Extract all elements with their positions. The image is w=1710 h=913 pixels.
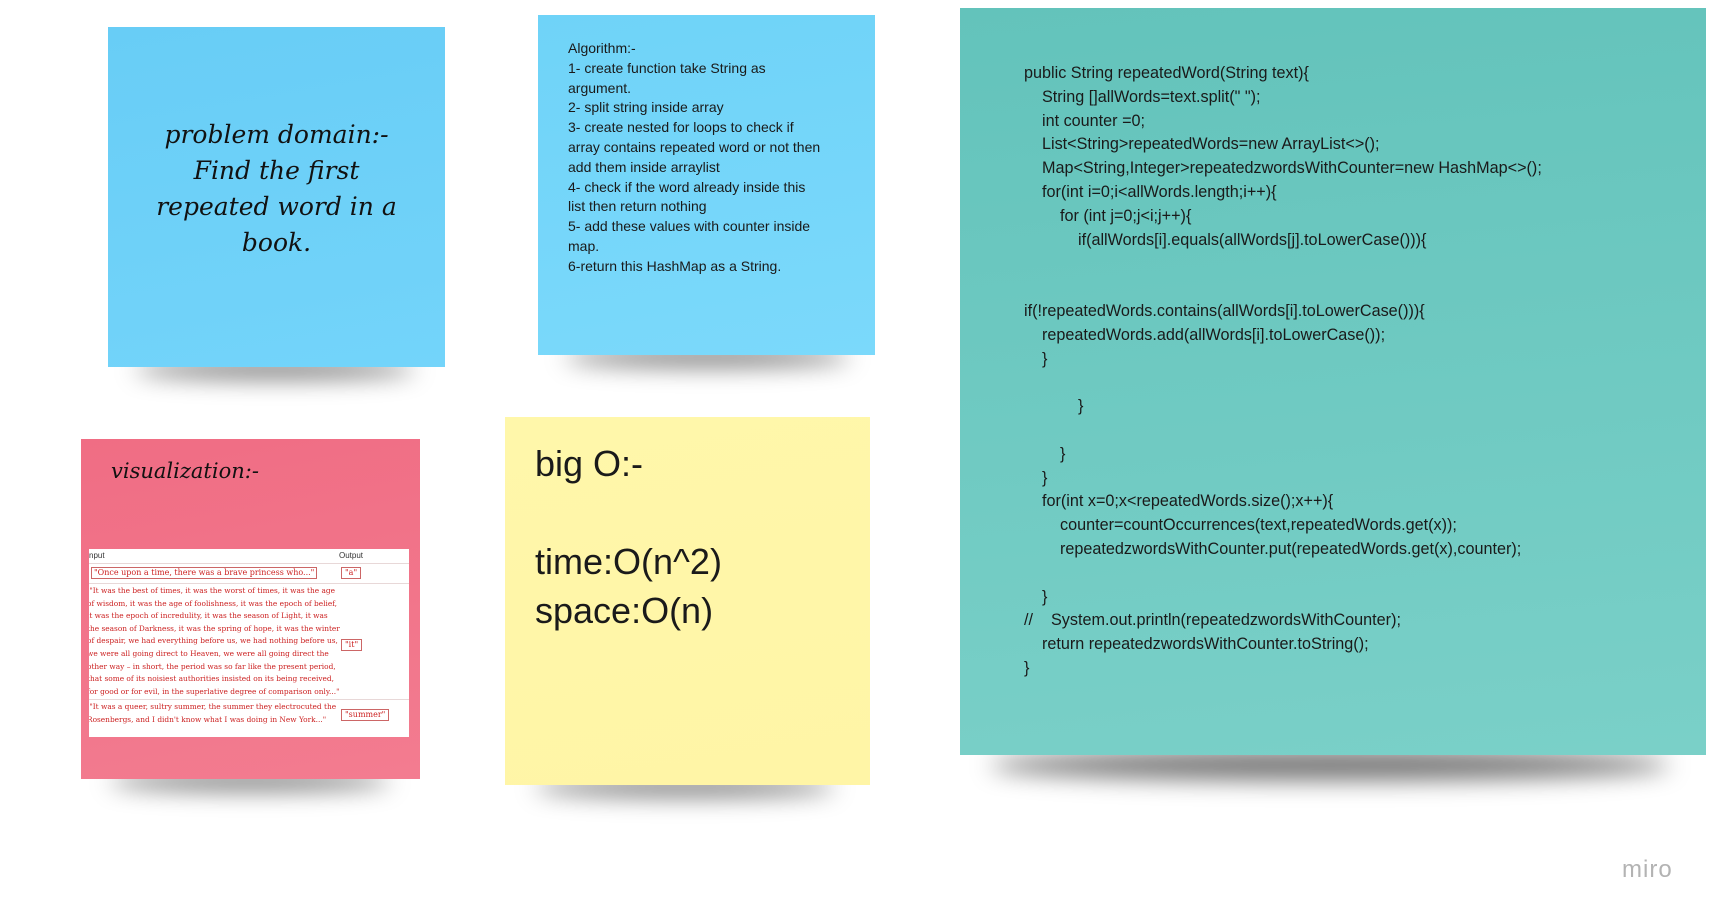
table-divider	[89, 563, 409, 564]
table-divider	[89, 699, 409, 700]
sticky-note-algorithm[interactable]: Algorithm:- 1- create function take Stri…	[538, 15, 875, 355]
visualization-table-image: nput Output "Once upon a time, there was…	[89, 549, 409, 737]
table-row3-input: "It was a queer, sultry summer, the summ…	[89, 702, 337, 724]
miro-logo: miro	[1622, 856, 1673, 883]
sticky-note-problem-domain[interactable]: problem domain:- Find the first repeated…	[108, 27, 445, 367]
big-o-text: big O:- time:O(n^2) space:O(n)	[535, 443, 722, 631]
table-header-input: nput	[89, 551, 105, 560]
problem-domain-text: problem domain:- Find the first repeated…	[156, 120, 397, 257]
table-row2-output: "it"	[341, 639, 363, 651]
table-row3-output: "summer"	[341, 709, 390, 721]
table-row2-input: "It was the best of times, it was the wo…	[89, 586, 340, 696]
sticky-note-visualization[interactable]: visualization:- nput Output "Once upon a…	[81, 439, 420, 779]
sticky-note-big-o[interactable]: big O:- time:O(n^2) space:O(n)	[505, 417, 870, 785]
table-divider	[89, 583, 409, 584]
sticky-note-code[interactable]: public String repeatedWord(String text){…	[960, 8, 1706, 755]
visualization-title: visualization:-	[111, 459, 259, 483]
algorithm-text: Algorithm:- 1- create function take Stri…	[568, 40, 821, 274]
code-text: public String repeatedWord(String text){…	[1024, 64, 1542, 677]
table-row1-input: "Once upon a time, there was a brave pri…	[91, 567, 318, 579]
table-row1-output: "a"	[341, 567, 362, 579]
table-header-output: Output	[339, 551, 364, 560]
